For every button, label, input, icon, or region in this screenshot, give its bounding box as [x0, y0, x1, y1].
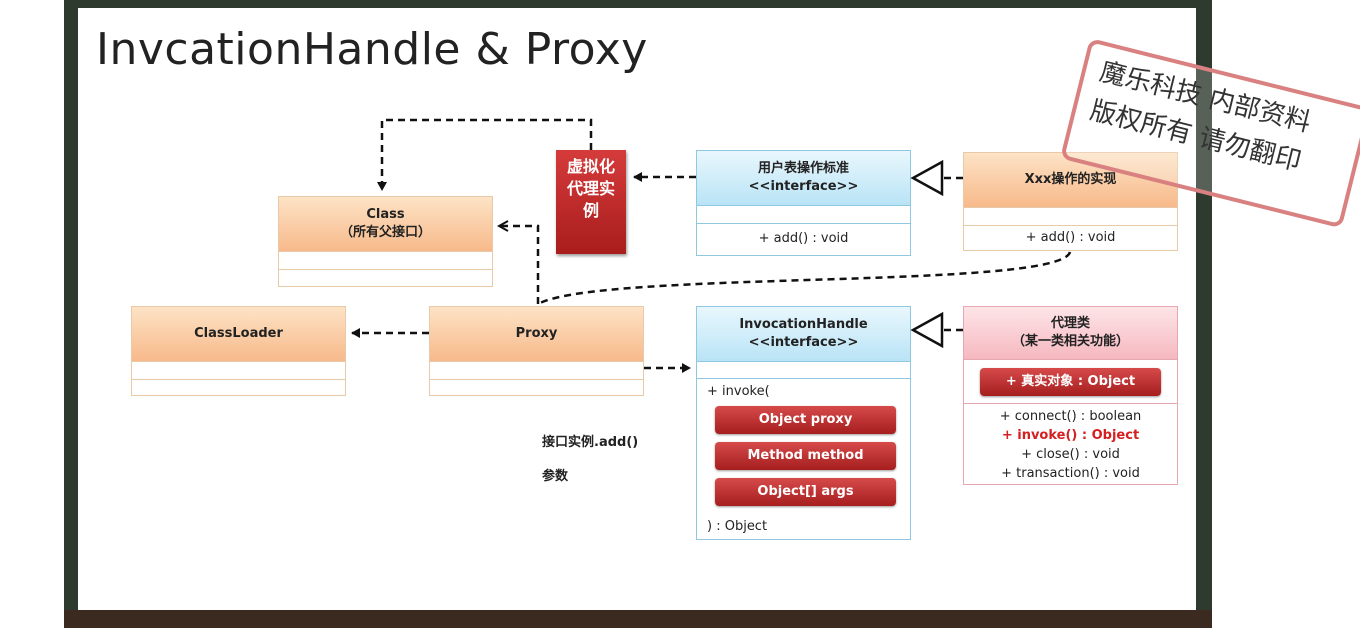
arrow-virtual-to-class [377, 118, 593, 191]
arrow-proxy-to-class [500, 226, 540, 304]
realization-head-interface [910, 159, 944, 197]
realization-head-invocation [910, 311, 944, 349]
arrow-impl-to-proxy [537, 251, 1072, 306]
